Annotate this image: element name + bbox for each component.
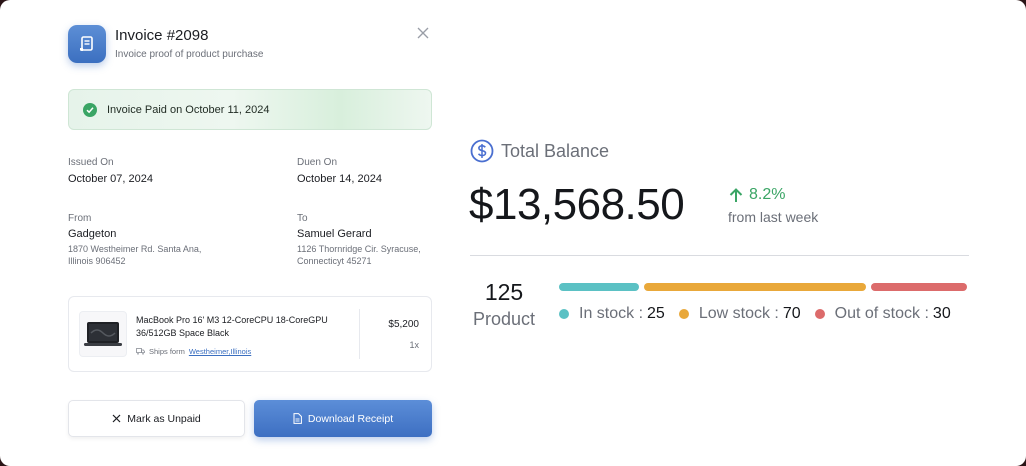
balance-change: 8.2%: [729, 186, 785, 204]
arrow-up-icon: [729, 187, 743, 202]
check-circle-icon: [83, 102, 97, 117]
screen-frame: Invoice #2098 Invoice proof of product p…: [0, 0, 1026, 466]
legend-item-low-stock: Low stock :70: [678, 305, 801, 323]
shipping-info: Ships form Westheimer,Illinois: [136, 347, 251, 356]
invoice-title: Invoice #2098: [115, 27, 209, 44]
balance-amount: $13,568.50: [469, 180, 685, 229]
product-count: 125: [484, 279, 524, 305]
stock-legend: In stock :25 Low stock :70 Out of stock :3…: [559, 305, 965, 323]
balance-change-period: from last week: [728, 209, 819, 225]
legend-value: 30: [932, 305, 951, 322]
truck-icon: [136, 348, 145, 355]
legend-label: Low stock :: [698, 305, 779, 322]
download-receipt-label: Download Receipt: [307, 412, 394, 425]
to-name: Samuel Gerard: [297, 228, 372, 240]
product-divider: [359, 309, 360, 359]
product-name: MacBook Pro 16' M3 12-CoreCPU 18-CoreGPU…: [136, 315, 328, 338]
legend-dot: [814, 309, 825, 319]
legend-value: 70: [782, 305, 801, 322]
invoice-icon: [68, 25, 106, 63]
to-address: 1126 Thornridge Cir. Syracuse, Connectic…: [297, 244, 421, 266]
due-on-value: October 14, 2024: [297, 173, 383, 185]
paid-status-text: Invoice Paid on October 11, 2024: [107, 103, 270, 116]
close-icon: [417, 27, 429, 39]
mark-as-unpaid-button[interactable]: Mark as Unpaid: [68, 400, 245, 437]
laptop-icon: [84, 322, 122, 346]
legend-item-out-of-stock: Out of stock :30: [814, 305, 951, 323]
from-label: From: [68, 213, 92, 224]
legend-label: Out of stock :: [834, 305, 929, 322]
invoice-subtitle: Invoice proof of product purchase: [115, 49, 264, 60]
stock-bar-out-of-stock: [871, 283, 967, 291]
invoice-card: Invoice #2098 Invoice proof of product p…: [50, 0, 450, 466]
product-line-item: MacBook Pro 16' M3 12-CoreCPU 18-CoreGPU…: [68, 296, 432, 372]
legend-label: In stock :: [579, 305, 644, 322]
legend-dot: [678, 309, 689, 319]
issued-on-value: October 07, 2024: [68, 173, 154, 185]
x-icon: [112, 414, 121, 423]
total-balance-title: Total Balance: [501, 141, 610, 161]
mark-as-unpaid-label: Mark as Unpaid: [127, 412, 201, 425]
balance-change-value: 8.2%: [749, 186, 786, 203]
to-label: To: [297, 213, 308, 224]
product-count-label: Product: [472, 309, 536, 329]
paid-status-banner: Invoice Paid on October 11, 2024: [68, 89, 432, 130]
stock-bar-in-stock: [559, 283, 639, 291]
from-name: Gadgeton: [68, 228, 117, 240]
ships-location-link[interactable]: Westheimer,Illinois: [189, 347, 251, 356]
legend-value: 25: [647, 305, 665, 322]
dollar-circle-icon: [470, 139, 494, 163]
due-on-label: Duen On: [297, 157, 338, 168]
ships-prefix: Ships form: [149, 347, 185, 356]
from-address: 1870 Westheimer Rd. Santa Ana, Illinois …: [68, 244, 202, 266]
document-icon: [293, 413, 302, 424]
product-quantity: 1x: [409, 340, 419, 350]
legend-item-in-stock: In stock :25: [559, 305, 665, 323]
issued-on-label: Issued On: [68, 157, 114, 168]
product-thumbnail: [79, 311, 127, 357]
balance-divider: [470, 255, 969, 256]
close-button[interactable]: [416, 26, 430, 40]
product-price: $5,200: [388, 319, 419, 330]
stock-bar-low-stock: [643, 283, 867, 291]
download-receipt-button[interactable]: Download Receipt: [254, 400, 432, 437]
legend-dot: [559, 309, 569, 319]
